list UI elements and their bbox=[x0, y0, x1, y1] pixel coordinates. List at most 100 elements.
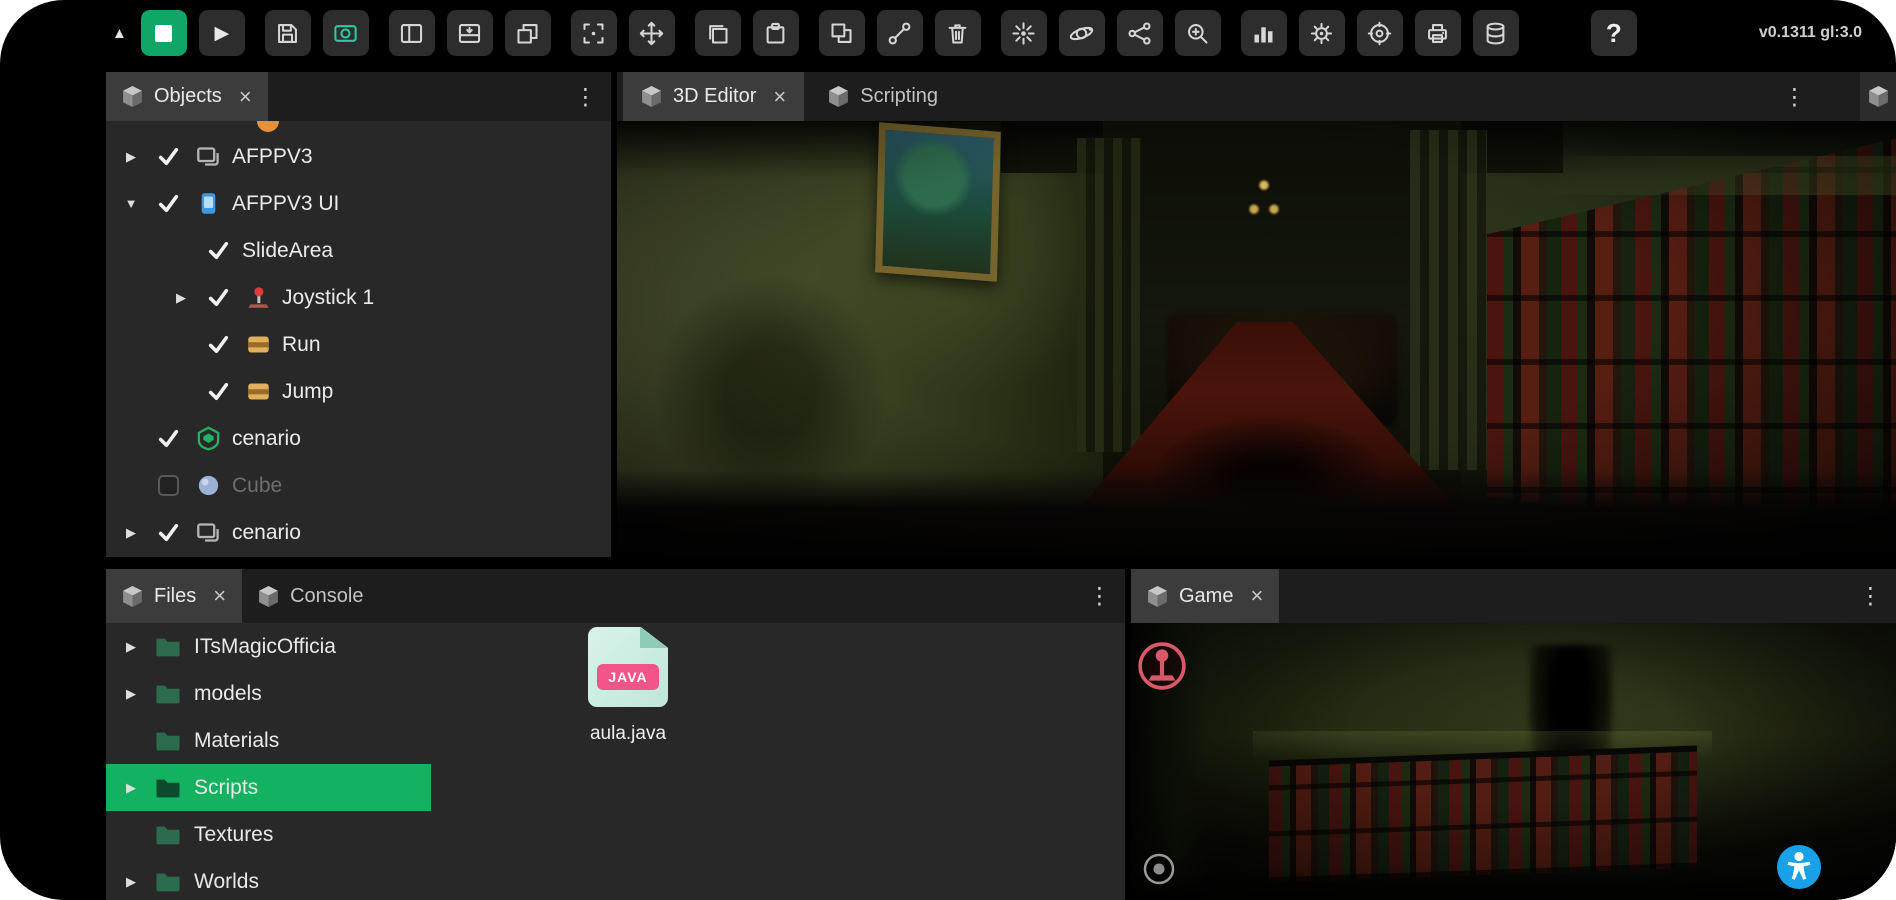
zoom-in-button[interactable] bbox=[1175, 10, 1221, 56]
tree-row[interactable]: Jump bbox=[106, 368, 611, 415]
save-icon bbox=[274, 20, 301, 47]
visibility-checkbox[interactable] bbox=[198, 239, 238, 262]
save-button[interactable] bbox=[265, 10, 311, 56]
check-icon bbox=[207, 286, 230, 309]
node-graph-button[interactable] bbox=[1117, 10, 1163, 56]
folder-icon bbox=[154, 635, 182, 658]
tab-game[interactable]: Game × bbox=[1131, 569, 1279, 623]
panel-split-button[interactable] bbox=[389, 10, 435, 56]
panel-tray-button[interactable] bbox=[447, 10, 493, 56]
java-file-icon: JAVA bbox=[588, 627, 668, 707]
folder-row[interactable]: ▶ ITsMagicOfficia bbox=[106, 623, 431, 670]
effects-button[interactable] bbox=[1001, 10, 1047, 56]
tree-row[interactable]: ▶ cenario bbox=[106, 509, 611, 556]
tab-files[interactable]: Files × bbox=[106, 569, 242, 623]
visibility-checkbox[interactable] bbox=[198, 286, 238, 309]
target-button[interactable] bbox=[1357, 10, 1403, 56]
stats-button[interactable] bbox=[1241, 10, 1287, 56]
move-tool-button[interactable] bbox=[629, 10, 675, 56]
tab-objects[interactable]: Objects × bbox=[106, 72, 268, 121]
tab-label: 3D Editor bbox=[673, 85, 756, 108]
game-panel-header: Game × ⋮ bbox=[1131, 569, 1896, 623]
cube-icon bbox=[1868, 85, 1889, 108]
visibility-checkbox[interactable] bbox=[198, 333, 238, 356]
copy-button[interactable] bbox=[695, 10, 741, 56]
check-icon bbox=[157, 521, 180, 544]
tree-row[interactable]: Run bbox=[106, 321, 611, 368]
frame-select-button[interactable] bbox=[571, 10, 617, 56]
expand-arrow-icon[interactable]: ▶ bbox=[120, 639, 142, 655]
collapse-arrow-icon[interactable]: ▼ bbox=[114, 196, 148, 211]
tab-3d-editor[interactable]: 3D Editor × bbox=[623, 72, 804, 121]
expand-arrow-icon[interactable]: ▶ bbox=[120, 686, 142, 702]
close-icon[interactable]: × bbox=[773, 86, 786, 108]
tree-row-label: Jump bbox=[282, 380, 333, 404]
duplicate-button[interactable] bbox=[819, 10, 865, 56]
close-icon[interactable]: × bbox=[239, 86, 252, 108]
close-icon[interactable]: × bbox=[213, 585, 226, 607]
visibility-checkbox[interactable] bbox=[148, 145, 188, 168]
expand-arrow-icon[interactable]: ▶ bbox=[114, 525, 148, 541]
tree-row-label: AFPPV3 bbox=[232, 145, 313, 169]
print-button[interactable] bbox=[1415, 10, 1461, 56]
settings-button[interactable] bbox=[1299, 10, 1345, 56]
kebab-menu-icon[interactable]: ⋮ bbox=[574, 83, 597, 110]
editor-area: 3D Editor × Scripting ⋮ bbox=[617, 72, 1896, 557]
stop-button[interactable] bbox=[141, 10, 187, 56]
folder-row[interactable]: ▶ Worlds bbox=[106, 858, 431, 900]
folder-row[interactable]: ▶ models bbox=[106, 670, 431, 717]
scene-object-icon bbox=[188, 144, 228, 169]
toolbar-collapse-icon[interactable]: ▲ bbox=[112, 25, 127, 42]
tree-row[interactable]: ▼ AFPPV3 UI bbox=[106, 180, 611, 227]
expand-arrow-icon[interactable]: ▶ bbox=[120, 780, 142, 796]
panel-tray-icon bbox=[456, 20, 483, 47]
bar-chart-icon bbox=[1250, 20, 1277, 47]
joystick-overlay-icon[interactable] bbox=[1137, 641, 1187, 691]
paste-button[interactable] bbox=[753, 10, 799, 56]
close-icon[interactable]: × bbox=[1250, 585, 1263, 607]
kebab-menu-icon[interactable]: ⋮ bbox=[1783, 83, 1806, 110]
tab-console[interactable]: Console bbox=[242, 569, 379, 623]
expand-arrow-icon[interactable]: ▶ bbox=[114, 149, 148, 165]
accessibility-icon[interactable] bbox=[1775, 843, 1823, 891]
folder-row[interactable]: Textures bbox=[106, 811, 431, 858]
visibility-checkbox[interactable] bbox=[148, 427, 188, 450]
tree-row[interactable]: Cube bbox=[106, 462, 611, 509]
objects-panel: Objects × ⋮ ▶ AFPPV3 ▼ AFPPV3 UI bbox=[106, 72, 611, 557]
camera-dot-icon[interactable] bbox=[1142, 852, 1176, 886]
delete-button[interactable] bbox=[935, 10, 981, 56]
kebab-menu-icon[interactable]: ⋮ bbox=[1859, 583, 1882, 610]
folder-label: ITsMagicOfficia bbox=[194, 635, 336, 659]
target-icon bbox=[1366, 20, 1393, 47]
visibility-checkbox[interactable] bbox=[148, 475, 188, 496]
game-view[interactable] bbox=[1131, 623, 1896, 900]
tree-row[interactable]: cenario bbox=[106, 415, 611, 462]
orbit-button[interactable] bbox=[1059, 10, 1105, 56]
tree-row[interactable]: ▶ AFPPV3 bbox=[106, 133, 611, 180]
partial-object-icon bbox=[257, 121, 279, 132]
scene-capture-button[interactable] bbox=[323, 10, 369, 56]
tree-row[interactable]: ▶ Joystick 1 bbox=[106, 274, 611, 321]
database-button[interactable] bbox=[1473, 10, 1519, 56]
layers-button[interactable] bbox=[505, 10, 551, 56]
help-button[interactable]: ? bbox=[1591, 10, 1637, 56]
kebab-menu-icon[interactable]: ⋮ bbox=[1088, 583, 1111, 610]
play-button[interactable]: ▶ bbox=[199, 10, 245, 56]
3d-viewport[interactable] bbox=[617, 121, 1896, 557]
link-button[interactable] bbox=[877, 10, 923, 56]
folder-row-selected[interactable]: ▶ Scripts bbox=[106, 764, 431, 811]
expand-arrow-icon[interactable]: ▶ bbox=[120, 874, 142, 890]
visibility-checkbox[interactable] bbox=[198, 380, 238, 403]
tab-scripting[interactable]: Scripting bbox=[810, 72, 956, 121]
cube-icon bbox=[122, 85, 143, 108]
file-item[interactable]: JAVA aula.java bbox=[563, 627, 693, 745]
expand-arrow-icon[interactable]: ▶ bbox=[164, 290, 198, 306]
files-folder-tree: ▶ ITsMagicOfficia ▶ models Materials ▶ S… bbox=[106, 623, 431, 900]
folder-row[interactable]: Materials bbox=[106, 717, 431, 764]
editor-tabbar: 3D Editor × Scripting ⋮ bbox=[617, 72, 1896, 121]
visibility-checkbox[interactable] bbox=[148, 192, 188, 215]
tree-row[interactable]: SlideArea bbox=[106, 227, 611, 274]
check-icon bbox=[207, 239, 230, 262]
collapsed-panel-tab[interactable] bbox=[1860, 72, 1896, 121]
visibility-checkbox[interactable] bbox=[148, 521, 188, 544]
